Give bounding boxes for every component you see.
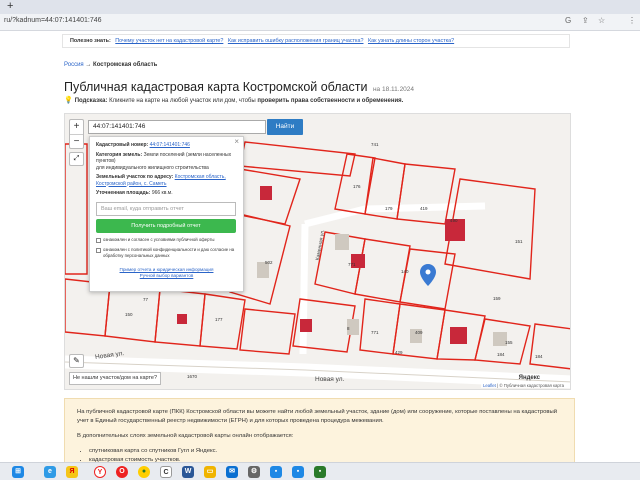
hint: 💡 Подсказка: Кликните на карте на любой у… — [64, 96, 403, 104]
yandex-icon[interactable]: Я — [66, 466, 78, 478]
hint-bold: проверить права собственности и обремене… — [257, 98, 404, 104]
parcel-label: 429 — [395, 350, 403, 355]
cadastral-map[interactable]: + − ⤢ ✎ 44:07:141401:746 Найти 741 176 1… — [64, 113, 571, 390]
parcel-label: 1670 — [187, 374, 198, 379]
notice-link-2[interactable]: Как исправить ошибку расположения границ… — [228, 38, 364, 44]
close-icon[interactable]: × — [234, 138, 239, 146]
address-bar[interactable]: ru/?kadnum=44:07:141401:746 G ⇪ ☆ ⋮ — [0, 14, 640, 31]
parcel-label: 176 — [353, 184, 361, 189]
share-icon[interactable]: ⇪ — [582, 16, 589, 25]
notice-link-1[interactable]: Почему участок нет на кадастровой карте? — [115, 38, 223, 44]
hint-label: Подсказка: — [74, 98, 108, 104]
street-label: Новая ул. — [315, 376, 345, 383]
yandex-logo: Яндекс — [518, 375, 540, 381]
parcel-label: 741 — [371, 142, 379, 147]
new-tab-button[interactable]: + — [7, 0, 13, 12]
tab-bar: + — [0, 0, 640, 14]
explorer-icon[interactable]: e — [44, 466, 56, 478]
area-value: 966 кв.м. — [151, 190, 173, 196]
parcel-label: 177 — [215, 317, 223, 322]
manual-select-link[interactable]: Ручной выбор вариантов — [140, 273, 194, 278]
checkbox[interactable] — [96, 247, 101, 253]
breadcrumb-root[interactable]: Россия — [64, 62, 84, 68]
breadcrumb: Россия → Костромская область — [64, 62, 157, 68]
parcel-label: 140 — [401, 269, 409, 274]
breadcrumb-current: Костромская область — [93, 62, 158, 68]
yandex-browser-icon[interactable]: Y — [94, 466, 106, 478]
parcel-label: 8 — [347, 326, 350, 331]
agree-privacy[interactable]: ознакомлен с политикой конфиденциальност… — [96, 247, 237, 259]
search-button[interactable]: Найти — [267, 119, 303, 135]
agree-privacy-text: ознакомлен с политикой конфиденциальност… — [103, 246, 235, 258]
info-list-item: спутниковая карта со спутников Гугл и Ян… — [89, 447, 562, 456]
search-input[interactable]: 44:07:141401:746 — [88, 120, 266, 134]
parcel-label: 409 — [415, 330, 423, 335]
sample-report-link[interactable]: Пример отчета и юридическая информация — [120, 267, 214, 272]
email-input[interactable]: Ваш email, куда отправить отчет — [96, 201, 236, 216]
info-paragraph-1: На публичной кадастровой карте (ПКК) Кос… — [77, 409, 558, 424]
parcel-label: 155 — [505, 340, 513, 345]
opera-icon[interactable]: O — [116, 466, 128, 478]
parcel-label: 159 — [493, 296, 501, 301]
app3-icon[interactable]: ▪ — [314, 466, 326, 478]
zoom-control: + − — [69, 119, 84, 149]
settings-icon[interactable]: ⚙ — [248, 466, 260, 478]
breadcrumb-sep: → — [85, 62, 92, 68]
hint-text: Кликните на карте на любой участок или д… — [109, 98, 256, 104]
notice-link-3[interactable]: Как узнать длины сторон участка? — [368, 38, 454, 44]
leaflet-link[interactable]: Leaflet — [483, 383, 496, 388]
app-icon[interactable]: ▪ — [270, 466, 282, 478]
page-title-text: Публичная кадастровая карта Костромской … — [64, 80, 368, 94]
attribution-text: | © Публичная кадастровая карта — [497, 383, 564, 388]
c-icon[interactable]: C — [160, 466, 172, 478]
page-date: на 18.11.2024 — [372, 86, 415, 93]
parcel-label: 150 — [125, 312, 133, 317]
folder-icon[interactable]: ▭ — [204, 466, 216, 478]
parcel-label: 502 — [265, 260, 273, 265]
taskbar: ⊞ e Я Y O ● C W ▭ ✉ ⚙ ▪ ▪ ▪ — [0, 462, 640, 480]
parcel-label: 151 — [515, 239, 523, 244]
parcel-label: 419 — [420, 206, 428, 211]
menu-icon[interactable]: ⋮ — [628, 16, 636, 25]
windows-icon[interactable]: ⊞ — [12, 466, 24, 478]
expand-icon[interactable]: ⤢ — [69, 152, 84, 166]
parcel-label: 179 — [385, 206, 393, 211]
map-attribution: Leaflet | © Публичная кадастровая карта — [480, 383, 566, 388]
word-icon[interactable]: W — [182, 466, 194, 478]
chrome-icon[interactable]: ● — [138, 466, 150, 478]
parcel-label: 490 — [450, 218, 458, 223]
translate-icon[interactable]: G — [565, 16, 571, 25]
star-icon[interactable]: ☆ — [598, 16, 605, 25]
parcel-label: 77 — [143, 297, 149, 302]
page-title: Публичная кадастровая карта Костромской … — [64, 80, 414, 94]
app2-icon[interactable]: ▪ — [292, 466, 304, 478]
mail-icon[interactable]: ✉ — [226, 466, 238, 478]
notice-label: Полезно знать: — [70, 38, 111, 44]
area-label: Уточненная площадь: — [96, 190, 151, 196]
url-text[interactable]: ru/?kadnum=44:07:141401:746 — [4, 17, 102, 24]
zoom-in-button[interactable]: + — [70, 120, 83, 134]
not-found-button[interactable]: Не нашли участок/дом на карте? — [69, 372, 161, 385]
parcel-label: 184 — [535, 354, 543, 359]
checkbox[interactable] — [96, 237, 101, 243]
parcel-label: 771 — [348, 262, 356, 267]
get-report-button[interactable]: Получить подробный отчет — [96, 218, 236, 233]
ruler-icon[interactable]: ✎ — [69, 354, 84, 368]
notice-bar: Полезно знать: Почему участок нет на кад… — [62, 34, 570, 48]
parcel-label: 771 — [371, 330, 379, 335]
zoom-out-button[interactable]: − — [70, 134, 83, 148]
address-label: Земельный участок по адресу: — [96, 174, 174, 180]
agree-offer[interactable]: ознакомлен и согласен с условиями публич… — [96, 237, 237, 243]
category-label: Категория земель: — [96, 151, 143, 158]
cad-number-link[interactable]: 44:07:141401:746 — [150, 142, 190, 148]
cad-label: Кадастровый номер: — [96, 142, 149, 148]
parcel-popup: × Кадастровый номер: 44:07:141401:746 Ка… — [89, 136, 244, 292]
parcel-label: 184 — [497, 352, 505, 357]
agree-offer-text: ознакомлен и согласен с условиями публич… — [103, 236, 215, 242]
lightbulb-icon: 💡 — [64, 97, 73, 104]
info-paragraph-2: В дополнительных слоях земельной кадастр… — [77, 433, 294, 439]
use-value: для индивидуального жилищного строительс… — [96, 164, 209, 171]
